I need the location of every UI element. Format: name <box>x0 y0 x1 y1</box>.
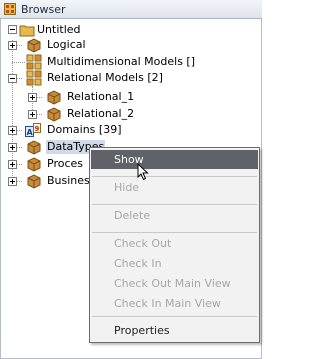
svg-text:9: 9 <box>35 125 40 133</box>
tree-label: Domains [39] <box>47 123 122 136</box>
folder-icon <box>19 25 35 37</box>
expand-icon[interactable] <box>28 110 37 119</box>
mouse-cursor-icon <box>137 163 149 181</box>
tree-label: Logical <box>47 38 86 51</box>
menu-separator <box>92 232 257 233</box>
tree-label: Relational_2 <box>67 107 135 120</box>
tree-label: Busines <box>47 174 90 187</box>
expand-icon[interactable] <box>8 177 17 186</box>
menu-separator <box>92 316 257 317</box>
menu-item-properties[interactable]: Properties <box>91 321 258 340</box>
package-icon <box>27 38 41 53</box>
package-icon <box>27 140 41 155</box>
menu-item-delete[interactable]: Delete <box>91 206 258 225</box>
tree-label: Proces <box>47 157 83 170</box>
title-bar: Browser <box>0 0 262 19</box>
browser-icon <box>3 2 17 16</box>
collapse-icon[interactable] <box>8 25 17 34</box>
menu-separator <box>92 204 257 205</box>
menu-item-hide[interactable]: Hide <box>91 178 258 197</box>
domains-icon: A 9 <box>25 123 41 137</box>
expand-icon[interactable] <box>8 143 17 152</box>
tree-label: Relational_1 <box>67 90 135 103</box>
menu-item-check-in[interactable]: Check In <box>91 254 258 273</box>
menu-item-check-out-main-view[interactable]: Check Out Main View <box>91 274 258 293</box>
cube-grid-icon <box>26 70 42 86</box>
context-menu: Show Hide Delete Check Out Check In Chec… <box>89 147 260 343</box>
svg-text:A: A <box>27 128 34 137</box>
expand-icon[interactable] <box>8 41 17 50</box>
package-icon <box>47 107 61 122</box>
tree-label: Multidimensional Models [] <box>47 55 196 68</box>
tree-label: Relational Models [2] <box>47 71 163 84</box>
collapse-icon[interactable] <box>8 74 17 83</box>
expand-icon[interactable] <box>8 160 17 169</box>
menu-item-check-out[interactable]: Check Out <box>91 234 258 253</box>
menu-item-check-in-main-view[interactable]: Check In Main View <box>91 294 258 313</box>
expand-icon[interactable] <box>28 93 37 102</box>
expand-icon[interactable] <box>8 126 17 135</box>
package-icon <box>27 174 41 189</box>
window-title: Browser <box>21 2 66 16</box>
package-icon <box>27 157 41 172</box>
tree-connector <box>12 62 25 63</box>
menu-separator <box>92 176 257 177</box>
menu-item-show[interactable]: Show <box>91 150 258 169</box>
cube-grid-icon <box>26 54 42 70</box>
package-icon <box>47 90 61 105</box>
tree-label: Untitled <box>37 23 81 36</box>
